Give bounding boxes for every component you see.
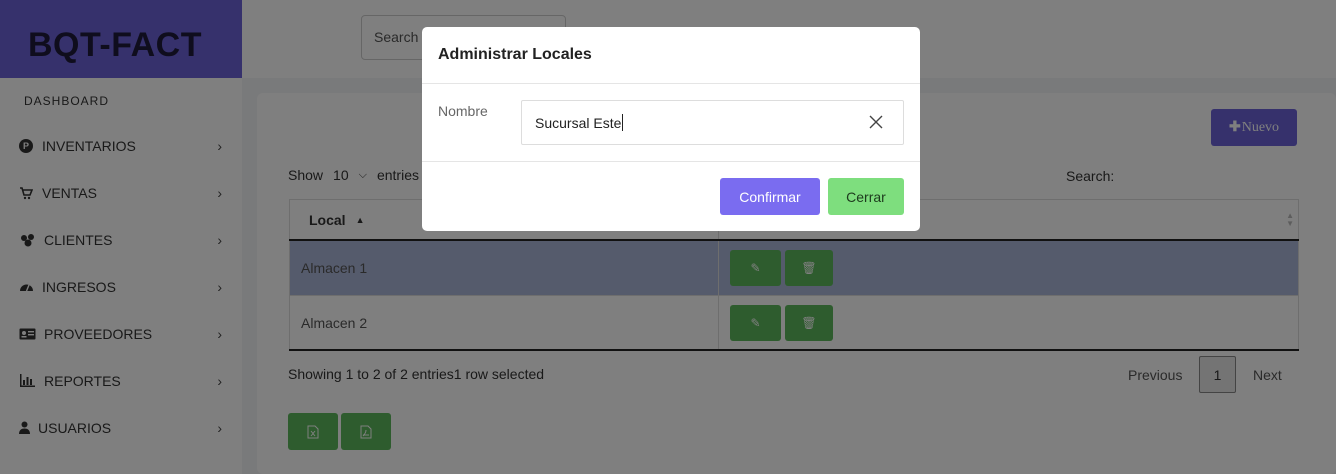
close-button[interactable]: Cerrar (828, 178, 904, 215)
clear-icon[interactable] (867, 113, 885, 131)
confirm-button[interactable]: Confirmar (720, 178, 820, 215)
modal-footer: Confirmar Cerrar (422, 162, 920, 230)
administrar-locales-modal: Administrar Locales Nombre Sucursal Este… (422, 27, 920, 231)
modal-title: Administrar Locales (422, 27, 920, 84)
text-caret (622, 114, 624, 131)
nombre-label: Nombre (438, 103, 488, 119)
nombre-input-value: Sucursal Este (535, 114, 622, 131)
modal-body: Nombre Sucursal Este (422, 84, 920, 162)
nombre-input[interactable]: Sucursal Este (521, 100, 904, 145)
